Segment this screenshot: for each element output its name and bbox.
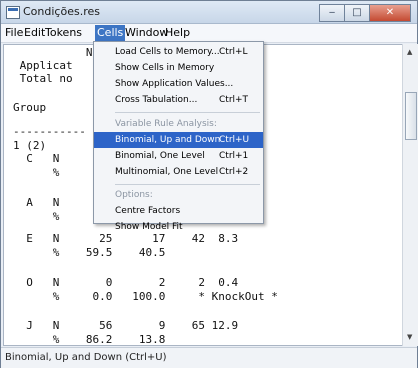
app-window: Condições.res ‒ □ ✕ File Edit Tokens Cel… <box>0 0 418 368</box>
app-icon <box>6 6 20 19</box>
text-line: 1 (2) <box>13 139 47 152</box>
menu-cells[interactable]: Cells <box>95 25 126 41</box>
menu-item-label: Options: <box>115 190 153 200</box>
menu-heading-options: Options: <box>94 187 263 203</box>
text-line: % 0.0 100.0 * KnockOut * <box>13 290 278 303</box>
text-line: Applicat <box>13 59 73 72</box>
menu-item-label: Cross Tabulation... <box>115 95 198 105</box>
scroll-down-icon[interactable]: ▼ <box>407 333 412 341</box>
vertical-scrollbar[interactable]: ▲ ▼ <box>402 44 418 346</box>
menu-item-show-model-fit[interactable]: Show Model Fit <box>94 219 263 235</box>
text-line: Num <box>13 46 106 59</box>
window-title: Condições.res <box>23 5 100 18</box>
menu-item-label: Centre Factors <box>115 206 181 216</box>
menu-item-label: Show Model Fit <box>115 222 183 232</box>
menu-item-load-cells[interactable]: Load Cells to Memory... Ctrl+L <box>94 44 263 60</box>
close-button[interactable]: ✕ <box>369 4 411 22</box>
menu-item-shortcut: Ctrl+T <box>219 95 249 105</box>
menu-item-label: Load Cells to Memory... <box>115 47 220 57</box>
window-controls: ‒ □ ✕ <box>319 4 411 22</box>
menu-item-label: Binomial, One Level <box>115 151 205 161</box>
menu-item-multinomial-one-level[interactable]: Multinomial, One Level Ctrl+2 <box>94 164 263 180</box>
menu-item-label: Multinomial, One Level <box>115 167 219 177</box>
menu-help[interactable]: Help <box>163 25 192 41</box>
menu-item-show-application-values[interactable]: Show Application Values... <box>94 76 263 92</box>
menu-item-label: Show Cells in Memory <box>115 63 215 73</box>
maximize-button[interactable]: □ <box>344 4 370 22</box>
status-bar: Binomial, Up and Down (Ctrl+U) <box>1 347 417 368</box>
menu-item-show-cells[interactable]: Show Cells in Memory <box>94 60 263 76</box>
text-line: % 86.2 13.8 <box>13 333 166 346</box>
menu-item-label: Binomial, Up and Down <box>115 135 221 145</box>
menu-item-shortcut: Ctrl+L <box>219 47 248 57</box>
menu-item-cross-tabulation[interactable]: Cross Tabulation... Ctrl+T <box>94 92 263 108</box>
menu-item-shortcut: Ctrl+U <box>219 135 250 145</box>
text-line: O N 0 2 2 0.4 <box>13 276 239 289</box>
menu-item-binomial-up-down[interactable]: Binomial, Up and Down Ctrl+U <box>94 132 263 148</box>
menu-item-shortcut: Ctrl+1 <box>219 151 249 161</box>
menu-item-label: Variable Rule Analysis: <box>115 119 217 129</box>
minimize-button[interactable]: ‒ <box>319 4 345 22</box>
menu-tokens[interactable]: Tokens <box>43 25 84 41</box>
menu-item-centre-factors[interactable]: Centre Factors <box>94 203 263 219</box>
text-line: Total no <box>13 72 73 85</box>
menu-separator <box>115 112 260 113</box>
title-bar[interactable]: Condições.res ‒ □ ✕ <box>1 1 417 24</box>
text-line: % <box>13 210 60 223</box>
menu-item-label: Show Application Values... <box>115 79 234 89</box>
cells-menu-dropdown: Load Cells to Memory... Ctrl+L Show Cell… <box>93 41 264 232</box>
menu-item-binomial-one-level[interactable]: Binomial, One Level Ctrl+1 <box>94 148 263 164</box>
status-text: Binomial, Up and Down (Ctrl+U) <box>5 352 167 363</box>
text-line: % <box>13 166 60 179</box>
text-line: J N 56 9 65 12.9 <box>13 319 239 332</box>
menu-item-shortcut: Ctrl+2 <box>219 167 249 177</box>
text-line: % 59.5 40.5 <box>13 246 166 259</box>
scroll-up-icon[interactable]: ▲ <box>407 48 412 56</box>
menu-heading-variable-rule: Variable Rule Analysis: <box>94 116 263 132</box>
scroll-thumb[interactable] <box>405 92 417 140</box>
menu-separator <box>115 184 260 185</box>
